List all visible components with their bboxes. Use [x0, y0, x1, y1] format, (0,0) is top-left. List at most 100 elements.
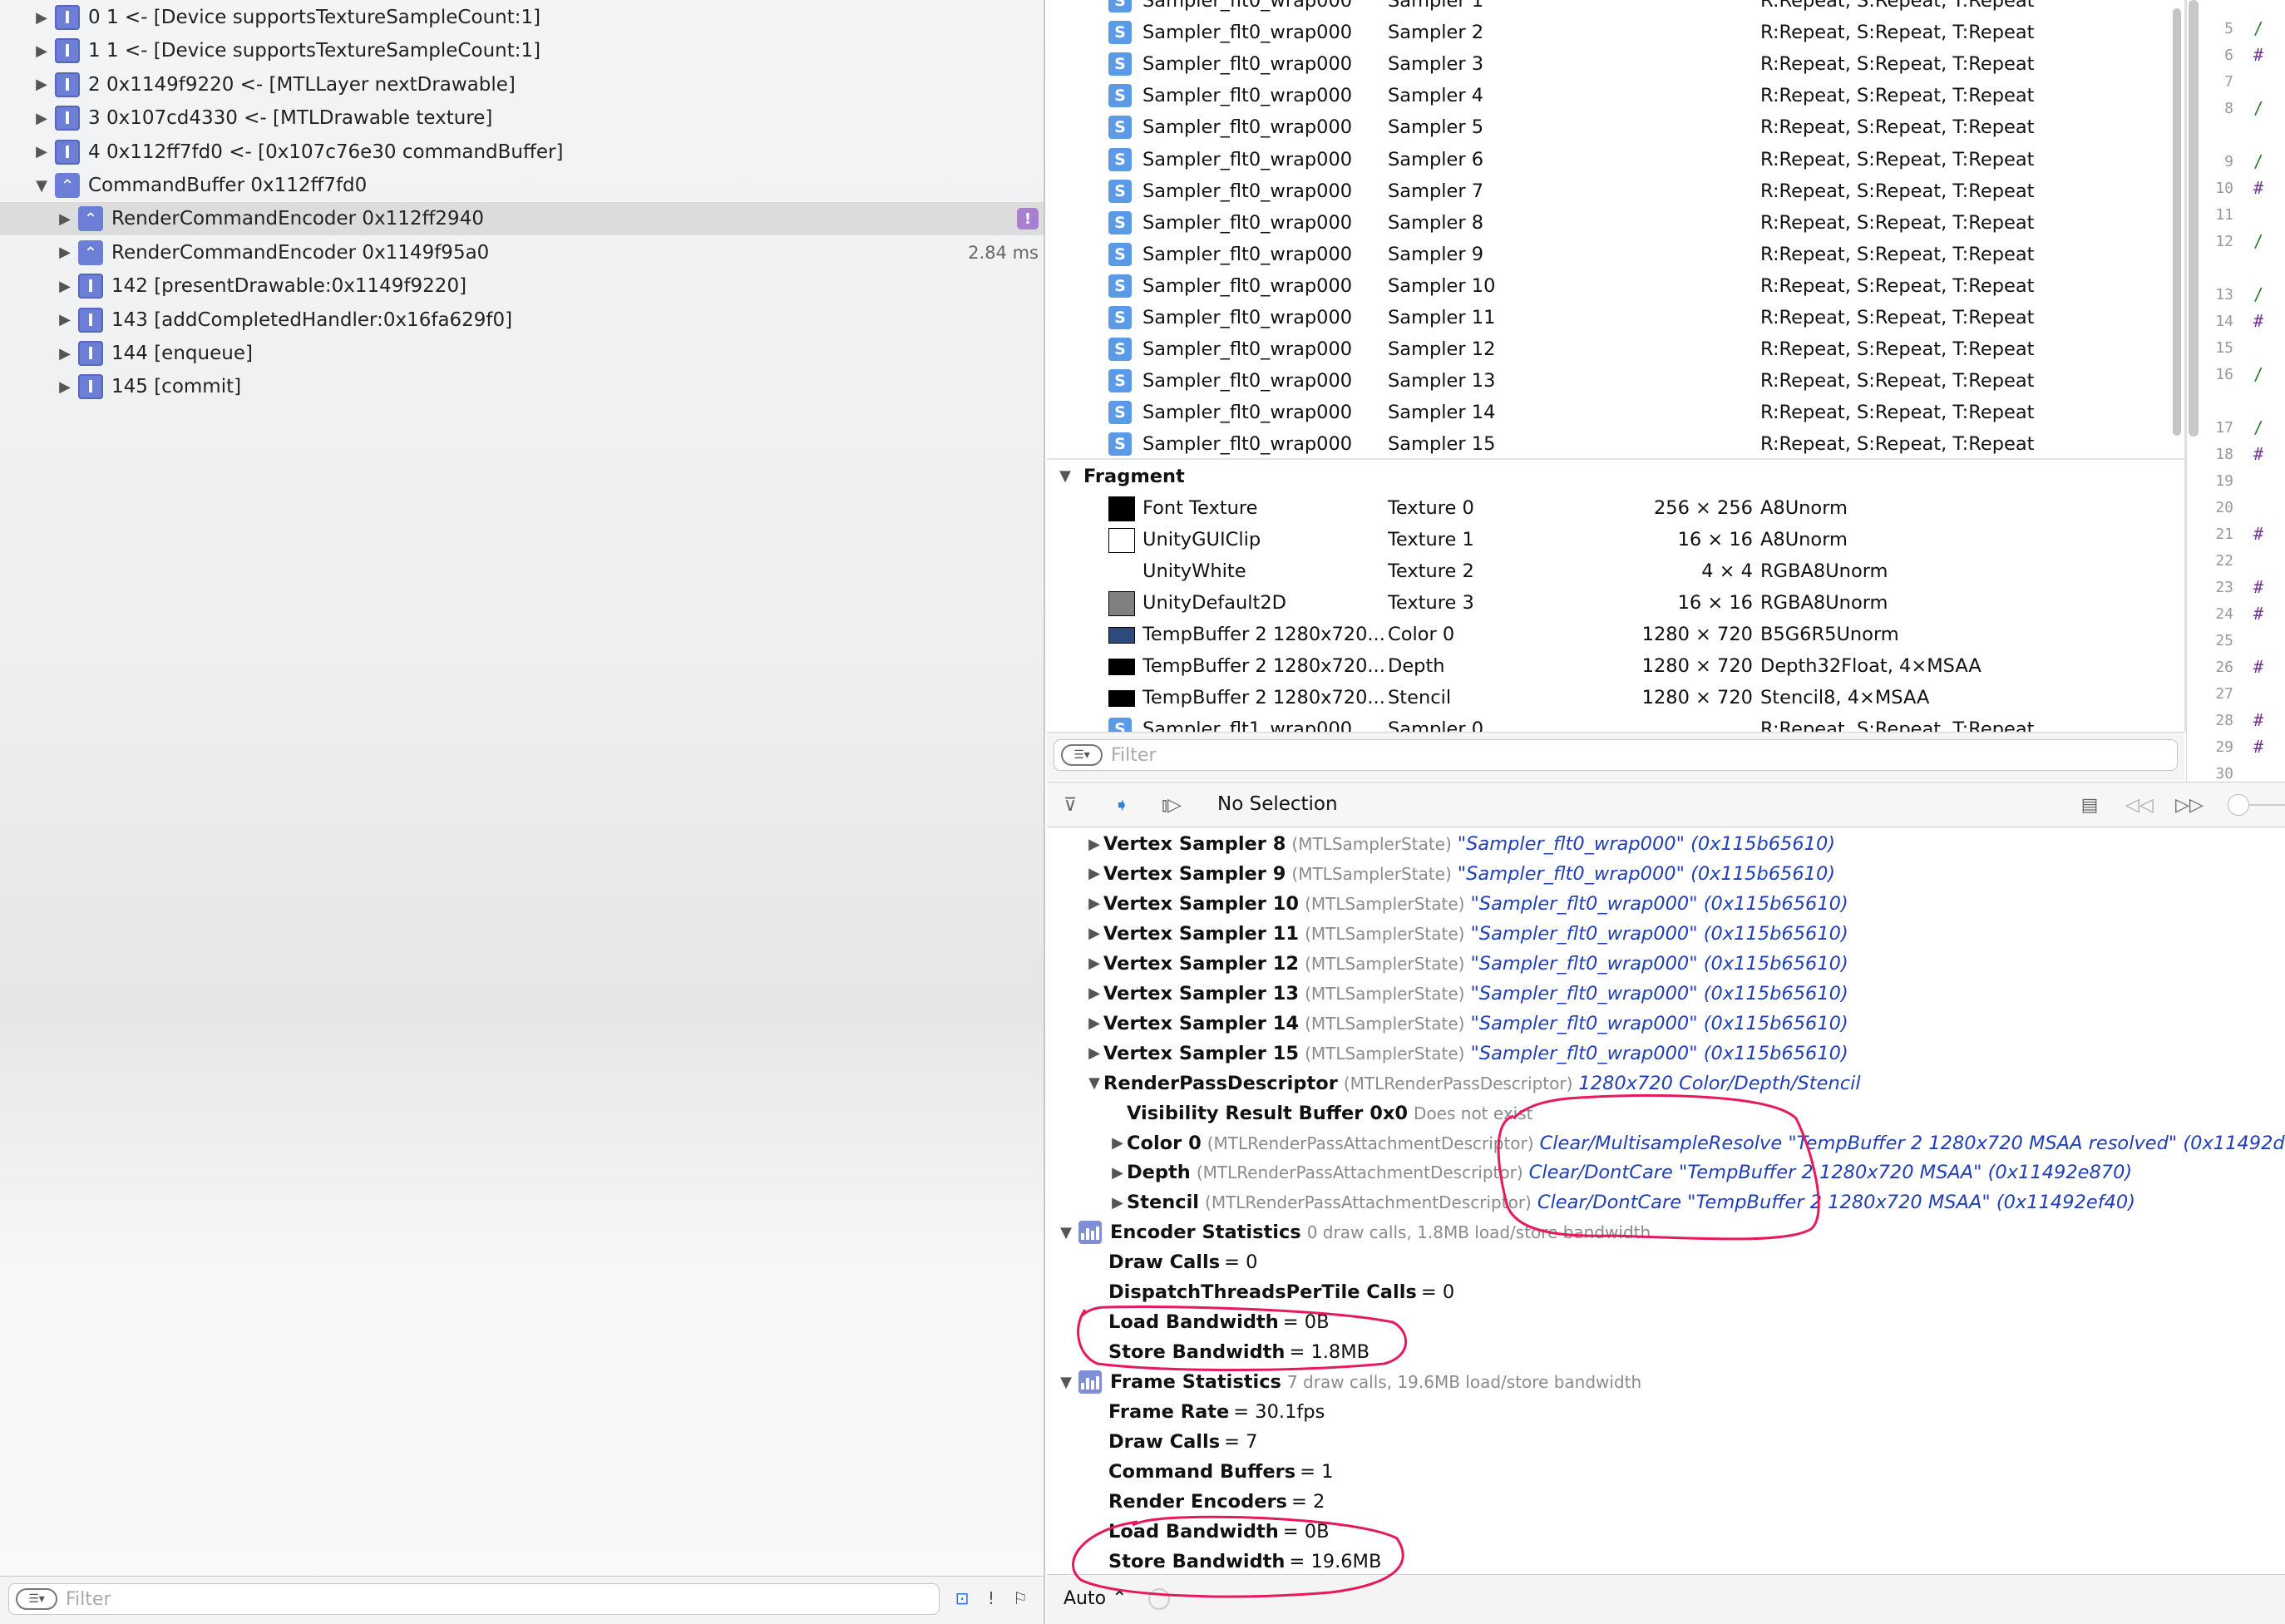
- sampler-row[interactable]: S Sampler_flt0_wrap000 Sampler 5 R:Repeat, …: [1047, 111, 2184, 143]
- texture-row[interactable]: TempBuffer 2 1280x720... Depth 1280 × 720 D…: [1047, 650, 2184, 682]
- next-icon[interactable]: ▷▷: [2175, 792, 2204, 817]
- texture-row[interactable]: Font Texture Texture 0 256 × 256 A8Unorm: [1047, 492, 2184, 524]
- disclosure-closed-icon[interactable]: ▶: [57, 345, 73, 363]
- resources-scrollbar[interactable]: [2173, 8, 2181, 436]
- variable-row[interactable]: ▼ RenderPassDescriptor (MTLRenderPassDescr…: [1085, 1069, 1861, 1098]
- command-tree-row[interactable]: ▶ I 1 1 <- [Device supportsTextureSampleCo…: [0, 34, 1044, 67]
- command-tree-row[interactable]: ▼ ⌃ CommandBuffer 0x112ff7fd0: [0, 169, 1044, 202]
- sampler-row[interactable]: S Sampler_flt0_wrap000 Sampler 12 R:Repeat,…: [1047, 333, 2184, 365]
- command-tree-row[interactable]: ▶ I 145 [commit]: [0, 370, 1044, 403]
- fragment-group-header[interactable]: ▼ Fragment: [1047, 461, 2184, 492]
- texture-row[interactable]: UnityDefault2D Texture 3 16 × 16 RGBA8Unorm: [1047, 587, 2184, 619]
- variable-row[interactable]: ▶ Vertex Sampler 13 (MTLSamplerState) "Samp…: [1085, 979, 1848, 1009]
- disclosure-open-icon[interactable]: ▼: [1085, 1074, 1103, 1092]
- continue-icon[interactable]: ⫾▷: [1158, 792, 1185, 817]
- variable-row[interactable]: ▶ Vertex Sampler 9 (MTLSamplerState) "Sampl…: [1085, 859, 1835, 889]
- disclosure-closed-icon[interactable]: ▶: [57, 311, 73, 328]
- disclosure-closed-icon[interactable]: ▶: [1085, 985, 1103, 1002]
- disclosure-open-icon[interactable]: ▼: [1057, 467, 1073, 485]
- flag-icon[interactable]: ⚐: [1009, 1587, 1032, 1610]
- disclosure-closed-icon[interactable]: ▶: [1085, 1014, 1103, 1032]
- command-tree-row[interactable]: ▶ I 142 [presentDrawable:0x1149f9220]: [0, 269, 1044, 303]
- variable-row[interactable]: Command Buffers = 1: [1085, 1457, 1333, 1487]
- texture-row[interactable]: TempBuffer 2 1280x720... Stencil 1280 × 72…: [1047, 682, 2184, 713]
- hide-debug-area-icon[interactable]: ⊽: [1057, 792, 1083, 817]
- disclosure-closed-icon[interactable]: ▶: [57, 244, 73, 261]
- resources-filter-field[interactable]: ☰▾ Filter: [1054, 739, 2178, 771]
- zoom-slider-knob[interactable]: [2228, 794, 2249, 816]
- variable-row[interactable]: ▶ Vertex Sampler 10 (MTLSamplerState) "Samp…: [1085, 889, 1848, 919]
- variable-row[interactable]: ▶ Vertex Sampler 14 (MTLSamplerState) "Samp…: [1085, 1009, 1848, 1039]
- command-tree-row[interactable]: ▶ I 0 1 <- [Device supportsTextureSampleCo…: [0, 1, 1044, 34]
- disclosure-closed-icon[interactable]: ▶: [33, 9, 50, 27]
- sampler-row[interactable]: S Sampler_flt0_wrap000 Sampler 14 R:Repeat,…: [1047, 397, 2184, 428]
- disclosure-closed-icon[interactable]: ▶: [1108, 1164, 1127, 1182]
- disclosure-closed-icon[interactable]: ▶: [1085, 925, 1103, 942]
- disclosure-closed-icon[interactable]: ▶: [1085, 1044, 1103, 1062]
- variable-row[interactable]: ▶ Vertex Sampler 12 (MTLSamplerState) "Samp…: [1085, 949, 1848, 979]
- sampler-row[interactable]: S Sampler_flt0_wrap000 Sampler 11 R:Repeat,…: [1047, 302, 2184, 333]
- sampler-row[interactable]: S Sampler_flt0_wrap000 Sampler 2 R:Repeat, …: [1047, 17, 2184, 48]
- disclosure-open-icon[interactable]: ▼: [33, 177, 50, 195]
- disclosure-closed-icon[interactable]: ▶: [1085, 895, 1103, 912]
- issue-badge-icon[interactable]: !: [1017, 208, 1039, 230]
- sampler-row[interactable]: S Sampler_flt0_wrap000 Sampler 10 R:Repeat,…: [1047, 270, 2184, 302]
- sampler-row[interactable]: S Sampler_flt0_wrap000 Sampler 8 R:Repeat, …: [1047, 207, 2184, 239]
- variable-row[interactable]: ▶ Vertex Sampler 11 (MTLSamplerState) "Samp…: [1085, 919, 1848, 949]
- variable-row[interactable]: Draw Calls = 7: [1085, 1427, 1257, 1457]
- source-scrollbar[interactable]: [2189, 0, 2199, 437]
- disclosure-closed-icon[interactable]: ▶: [57, 278, 73, 295]
- variable-row[interactable]: Load Bandwidth = 0B: [1085, 1517, 1330, 1547]
- navigator-filter-field[interactable]: ☰▾ Filter: [8, 1583, 940, 1615]
- variable-row[interactable]: Store Bandwidth = 19.6MB: [1085, 1547, 1381, 1574]
- command-tree-row[interactable]: ▶ ⌃ RenderCommandEncoder 0x112ff2940!: [0, 202, 1044, 236]
- sampler-row[interactable]: S Sampler_flt0_wrap000 Sampler 3 R:Repeat, …: [1047, 48, 2184, 80]
- command-tree-row[interactable]: ▶ I 144 [enqueue]: [0, 337, 1044, 370]
- info-icon[interactable]: [1148, 1588, 1170, 1610]
- variable-row[interactable]: ▶ Stencil (MTLRenderPassAttachmentDescript…: [1108, 1187, 2135, 1217]
- texture-row[interactable]: S Sampler_flt1_wrap000 Sampler 0 R:Repeat, …: [1047, 713, 2184, 732]
- previous-icon[interactable]: ◁◁: [2125, 792, 2154, 817]
- sampler-row[interactable]: S Sampler_flt0_wrap000 Sampler 6 R:Repeat, …: [1047, 144, 2184, 175]
- command-tree-row[interactable]: ▶ ⌃ RenderCommandEncoder 0x1149f95a0 2.84 m…: [0, 236, 1044, 269]
- disclosure-open-icon[interactable]: ▼: [1057, 1374, 1075, 1391]
- zoom-slider-track[interactable]: [2249, 804, 2285, 806]
- sampler-row[interactable]: S Sampler_flt0_wrap000 Sampler 7 R:Repeat, …: [1047, 175, 2184, 207]
- texture-row[interactable]: TempBuffer 2 1280x720... Color 0 1280 × 72…: [1047, 619, 2184, 650]
- show-issues-icon[interactable]: !: [980, 1587, 1003, 1610]
- variable-row[interactable]: Render Encoders = 2: [1085, 1487, 1325, 1517]
- disclosure-closed-icon[interactable]: ▶: [1108, 1194, 1127, 1212]
- sampler-row[interactable]: S Sampler_flt0_wrap000 Sampler 4 R:Repeat, …: [1047, 80, 2184, 111]
- command-tree-row[interactable]: ▶ I 2 0x1149f9220 <- [MTLLayer nextDrawabl…: [0, 68, 1044, 101]
- variable-row[interactable]: ▶ Vertex Sampler 15 (MTLSamplerState) "Samp…: [1085, 1039, 1848, 1069]
- disclosure-closed-icon[interactable]: ▶: [1085, 865, 1103, 882]
- texture-row[interactable]: UnityWhite Texture 2 4 × 4 RGBA8Unorm: [1047, 555, 2184, 587]
- variable-row[interactable]: ▶ Depth (MTLRenderPassAttachmentDescriptor…: [1108, 1158, 2132, 1187]
- statistics-group-row[interactable]: ▼ Frame Statistics 7 draw calls, 19.6MB lo…: [1057, 1367, 1641, 1397]
- disclosure-closed-icon[interactable]: ▶: [1108, 1134, 1127, 1152]
- disclosure-closed-icon[interactable]: ▶: [33, 42, 50, 60]
- command-tree-row[interactable]: ▶ I 3 0x107cd4330 <- [MTLDrawable texture]: [0, 101, 1044, 135]
- sampler-row[interactable]: S Sampler_flt0_wrap000 Sampler 13 R:Repeat,…: [1047, 365, 2184, 397]
- disclosure-closed-icon[interactable]: ▶: [1085, 955, 1103, 972]
- variable-row[interactable]: Visibility Result Buffer 0x0 Does not exi…: [1108, 1098, 1532, 1128]
- filter-options-icon[interactable]: ☰▾: [16, 1588, 57, 1610]
- variable-row[interactable]: Store Bandwidth = 1.8MB: [1085, 1337, 1370, 1367]
- sampler-row[interactable]: S Sampler_flt0_wrap000 Sampler 15 R:Repeat,…: [1047, 428, 2184, 460]
- variable-row[interactable]: Frame Rate = 30.1fps: [1085, 1397, 1325, 1427]
- texture-row[interactable]: UnityGUIClip Texture 1 16 × 16 A8Unorm: [1047, 524, 2184, 555]
- variable-row[interactable]: DispatchThreadsPerTile Calls = 0: [1085, 1277, 1454, 1307]
- disclosure-closed-icon[interactable]: ▶: [33, 143, 50, 160]
- filter-options-icon[interactable]: ☰▾: [1061, 744, 1103, 766]
- disclosure-closed-icon[interactable]: ▶: [57, 378, 73, 396]
- command-tree-row[interactable]: ▶ I 143 [addCompletedHandler:0x16fa629f0]: [0, 304, 1044, 337]
- breakpoints-icon[interactable]: ➧: [1108, 792, 1135, 817]
- disclosure-closed-icon[interactable]: ▶: [1085, 836, 1103, 853]
- variables-mode-select[interactable]: Auto ⌃: [1064, 1588, 1128, 1609]
- variable-row[interactable]: ▶ Vertex Sampler 8 (MTLSamplerState) "Sampl…: [1085, 829, 1835, 859]
- disclosure-open-icon[interactable]: ▼: [1057, 1224, 1075, 1241]
- disclosure-closed-icon[interactable]: ▶: [57, 210, 73, 228]
- variable-row[interactable]: ▶ Color 0 (MTLRenderPassAttachmentDescript…: [1108, 1128, 2285, 1158]
- disclosure-closed-icon[interactable]: ▶: [33, 110, 50, 127]
- statistics-group-row[interactable]: ▼ Encoder Statistics 0 draw calls, 1.8MB l…: [1057, 1217, 1651, 1247]
